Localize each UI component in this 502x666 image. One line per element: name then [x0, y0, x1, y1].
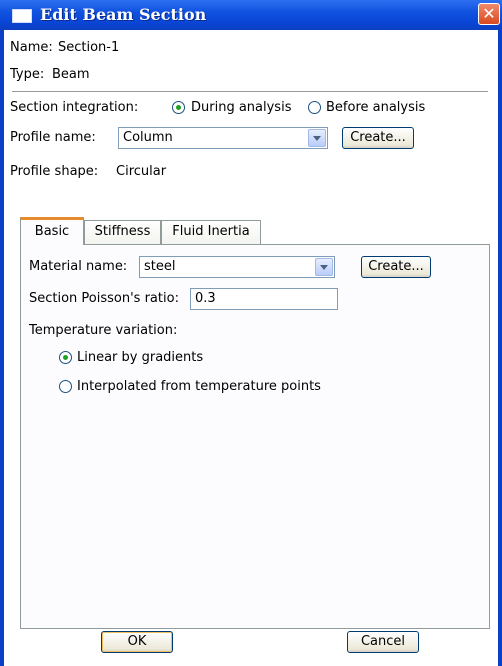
title-bar[interactable]: Edit Beam Section ✕: [0, 0, 502, 30]
material-name-value: steel: [144, 259, 176, 274]
profile-name-combo[interactable]: Column: [118, 127, 328, 149]
tab-stiffness[interactable]: Stiffness: [84, 220, 161, 244]
temperature-variation-label: Temperature variation:: [29, 323, 178, 338]
chevron-down-icon[interactable]: [308, 129, 326, 147]
interpolated-label[interactable]: Interpolated from temperature points: [77, 379, 321, 394]
section-integration-label: Section integration:: [10, 100, 139, 115]
window-icon: [12, 9, 32, 23]
material-name-label: Material name:: [29, 259, 128, 274]
poisson-ratio-field[interactable]: 0.3: [190, 288, 338, 310]
ok-button[interactable]: OK: [101, 631, 173, 653]
window-title: Edit Beam Section: [40, 5, 207, 24]
interpolated-radio[interactable]: [59, 380, 72, 393]
before-analysis-label[interactable]: Before analysis: [326, 100, 425, 115]
material-create-button[interactable]: Create...: [361, 256, 431, 278]
profile-name-label: Profile name:: [10, 130, 96, 145]
poisson-ratio-label: Section Poisson's ratio:: [29, 291, 179, 306]
name-label: Name:: [10, 40, 53, 55]
chevron-down-icon[interactable]: [315, 258, 333, 276]
during-analysis-label[interactable]: During analysis: [191, 100, 291, 115]
cancel-button[interactable]: Cancel: [347, 631, 419, 653]
profile-shape-value: Circular: [116, 164, 167, 179]
material-name-combo[interactable]: steel: [139, 256, 335, 278]
close-button[interactable]: ✕: [478, 3, 500, 25]
tab-fluid-inertia[interactable]: Fluid Inertia: [161, 220, 261, 244]
profile-name-value: Column: [123, 130, 173, 145]
tab-basic[interactable]: Basic: [20, 217, 84, 245]
separator: [12, 91, 488, 93]
linear-by-gradients-radio[interactable]: [59, 351, 72, 364]
dialog-body: Name: Section-1 Type: Beam Section integ…: [4, 30, 498, 666]
linear-by-gradients-label[interactable]: Linear by gradients: [77, 350, 203, 365]
profile-create-button[interactable]: Create...: [342, 127, 414, 149]
profile-shape-label: Profile shape:: [10, 164, 99, 179]
name-value: Section-1: [58, 40, 120, 55]
type-value: Beam: [52, 67, 90, 82]
type-label: Type:: [10, 67, 45, 82]
edit-beam-section-dialog: Edit Beam Section ✕ Name: Section-1 Type…: [0, 0, 502, 666]
basic-tab-panel: Material name: steel Create... Section P…: [20, 244, 490, 629]
before-analysis-radio[interactable]: [308, 101, 321, 114]
during-analysis-radio[interactable]: [172, 101, 185, 114]
